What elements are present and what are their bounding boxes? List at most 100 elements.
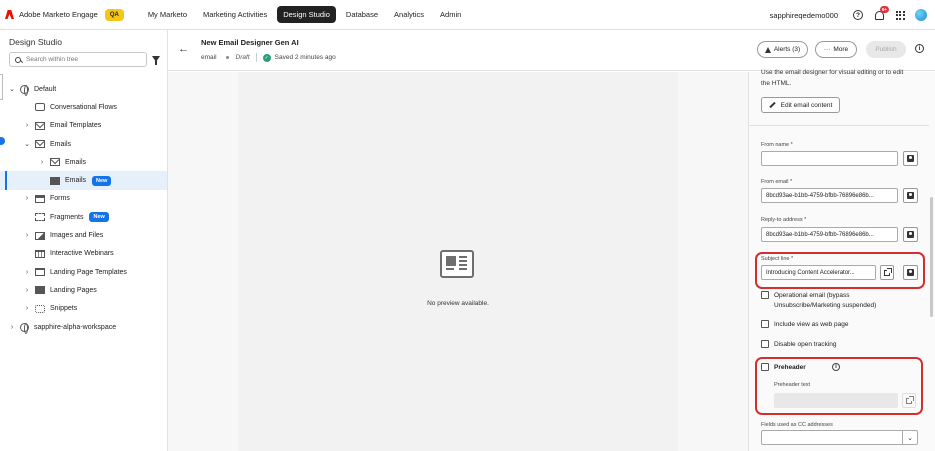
chevron-down-icon[interactable]: ⌄ (8, 85, 16, 93)
pencil-icon (768, 101, 776, 109)
subject-line-field[interactable]: Introducing Content Accelerator... (761, 265, 876, 280)
tree-item[interactable]: Fragments New (0, 208, 167, 226)
tree-item[interactable]: Emails New (0, 171, 167, 191)
intro-text: Use the email designer for visual editin… (761, 69, 904, 76)
publish-button[interactable]: Publish (866, 41, 906, 58)
alert-icon (764, 46, 771, 53)
landing-page-icon (35, 286, 45, 295)
disable-tracking-label: Disable open tracking (774, 341, 837, 348)
preheader-checkbox[interactable] (761, 363, 769, 371)
token-icon (907, 192, 914, 199)
preheader-text-field[interactable] (774, 393, 898, 408)
notifications-bell-icon[interactable]: 9+ (873, 6, 889, 21)
nav-analytics[interactable]: Analytics (388, 6, 430, 23)
reply-to-label: Reply-to address * (761, 217, 807, 223)
web-page-label: Include view as web page (774, 321, 849, 328)
chevron-right-icon[interactable]: › (23, 122, 31, 129)
edit-email-content-button[interactable]: Edit email content (761, 97, 840, 113)
saved-status: Saved 2 minutes ago (274, 54, 336, 61)
tree-item-label: Snippets (50, 305, 78, 313)
email-header: ← New Email Designer Gen AI email Draft … (168, 30, 935, 71)
preheader-expand-button[interactable] (902, 393, 916, 408)
adobe-logo-icon[interactable] (5, 10, 14, 19)
tree-item[interactable]: › Landing Page Templates (0, 263, 167, 281)
nav-design-studio[interactable]: Design Studio (277, 6, 336, 23)
app-switcher-grid-icon[interactable] (894, 9, 906, 21)
status-badge: Draft (235, 54, 250, 61)
cc-fields-select[interactable]: ⌄ (761, 430, 918, 445)
tree-item-label: Interactive Webinars (50, 250, 114, 258)
tree-item[interactable]: › Email Templates (0, 117, 167, 135)
filter-icon[interactable] (152, 56, 160, 65)
email-title: New Email Designer Gen AI (201, 38, 299, 47)
tree-item[interactable]: Conversational Flows (0, 98, 167, 116)
more-label: More (833, 46, 849, 53)
user-name[interactable]: sapphireqedemo000 (770, 11, 838, 20)
subject-expand-button[interactable] (880, 265, 894, 280)
nav-admin[interactable]: Admin (434, 6, 467, 23)
intro-text-2: the HTML. (761, 80, 792, 87)
help-icon[interactable]: ? (852, 9, 864, 21)
web-page-checkbox[interactable] (761, 320, 769, 328)
chevron-down-icon[interactable]: ⌄ (23, 140, 31, 148)
alerts-button[interactable]: Alerts (3) (757, 41, 808, 58)
tree-item[interactable]: ⌄ Default (0, 80, 167, 98)
tree-item[interactable]: › Forms (0, 190, 167, 208)
from-email-token-button[interactable] (903, 188, 918, 203)
chevron-right-icon[interactable]: › (23, 269, 31, 276)
info-icon[interactable]: i (915, 44, 924, 53)
search-input[interactable]: Search within tree (9, 52, 147, 67)
chevron-right-icon[interactable]: › (8, 324, 16, 331)
status-dot-icon (225, 56, 229, 59)
email-preview-icon (440, 250, 474, 278)
notifications-badge: 9+ (879, 6, 889, 13)
back-arrow-icon[interactable]: ← (178, 43, 189, 55)
snippet-icon (35, 304, 45, 313)
tree-item-label: Landing Pages (50, 286, 97, 294)
subject-token-button[interactable] (903, 265, 918, 280)
tree-item-label: Images and Files (50, 232, 104, 240)
more-button[interactable]: ··· More (815, 41, 857, 58)
nav-my-marketo[interactable]: My Marketo (142, 6, 193, 23)
token-icon (907, 155, 914, 162)
tree-item[interactable]: › Emails (0, 153, 167, 171)
properties-panel: Use the email designer for visual editin… (748, 69, 935, 451)
info-icon[interactable]: i (832, 363, 840, 371)
app-name[interactable]: Adobe Marketo Engage (19, 10, 98, 19)
form-icon (35, 194, 45, 203)
tree-item-label: Emails (65, 177, 87, 185)
tree-item[interactable]: Interactive Webinars (0, 245, 167, 263)
chevron-right-icon[interactable]: › (23, 305, 31, 312)
tree-item[interactable]: ⌄ Emails (0, 135, 167, 153)
disable-tracking-checkbox[interactable] (761, 340, 769, 348)
nav-database[interactable]: Database (340, 6, 384, 23)
tree-item[interactable]: › sapphire-alpha-workspace (0, 318, 167, 336)
reply-to-token-button[interactable] (903, 227, 918, 242)
tree-item[interactable]: › Landing Pages (0, 281, 167, 299)
from-name-label: From name * (761, 142, 793, 148)
from-name-token-button[interactable] (903, 151, 918, 166)
from-email-label: From email * (761, 179, 793, 185)
open-external-icon (884, 267, 892, 276)
tree-item-label: Forms (50, 195, 70, 203)
operational-email-label: Operational email (bypass (774, 292, 850, 299)
tree-item[interactable]: › Snippets (0, 300, 167, 318)
panel-scrollbar[interactable] (930, 197, 933, 317)
from-name-field[interactable] (761, 151, 898, 166)
calendar-icon (35, 249, 45, 258)
reply-to-field[interactable]: 8bcd93ae-b1bb-4759-bfbb-76896e86b... (761, 227, 898, 242)
from-email-field[interactable]: 8bcd93ae-b1bb-4759-bfbb-76896e86b... (761, 188, 898, 203)
check-circle-icon: ✓ (262, 53, 271, 62)
operational-email-checkbox[interactable] (761, 291, 769, 299)
tree-item[interactable]: › Images and Files (0, 226, 167, 244)
avatar[interactable] (915, 9, 927, 21)
asset-type: email (201, 54, 217, 61)
preheader-text-label: Preheader text (774, 382, 811, 388)
chevron-right-icon[interactable]: › (23, 287, 31, 294)
chevron-right-icon[interactable]: › (38, 159, 46, 166)
chevron-right-icon[interactable]: › (23, 195, 31, 202)
chevron-right-icon[interactable]: › (23, 232, 31, 239)
globe-icon (20, 322, 29, 334)
open-external-icon (906, 395, 914, 404)
nav-marketing-activities[interactable]: Marketing Activities (197, 6, 273, 23)
